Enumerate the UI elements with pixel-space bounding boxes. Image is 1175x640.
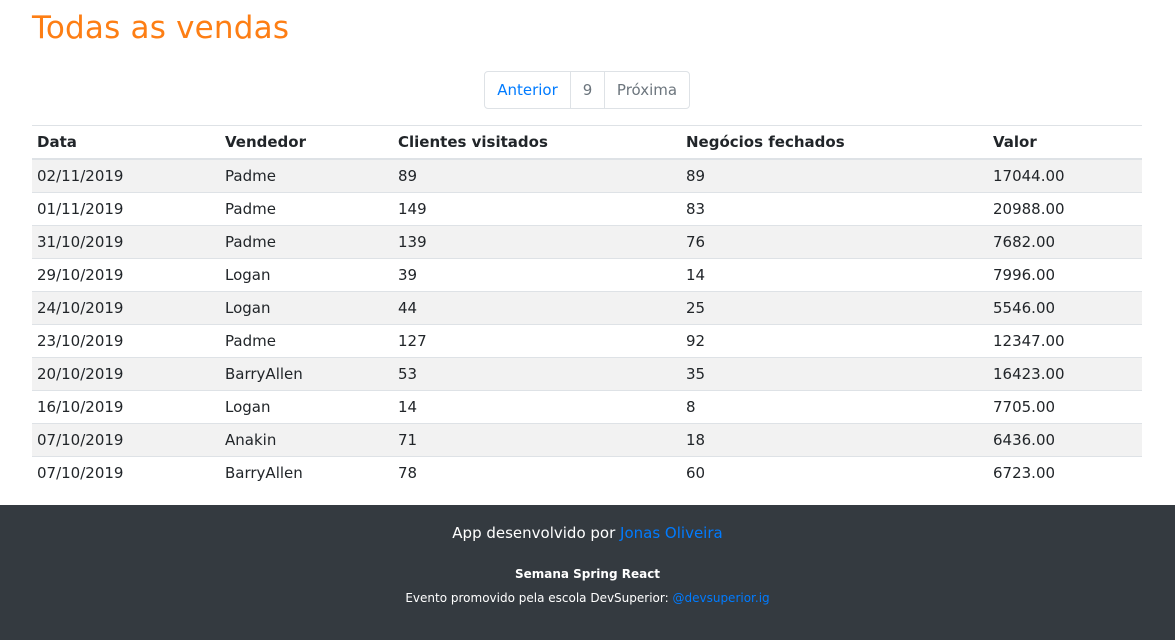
cell-visited: 78 (393, 456, 681, 489)
cell-amount: 6723.00 (988, 456, 1142, 489)
cell-deals: 25 (681, 291, 988, 325)
cell-deals: 83 (681, 192, 988, 226)
table-row: 01/11/2019 Padme 149 83 20988.00 (32, 192, 1142, 226)
cell-visited: 71 (393, 423, 681, 457)
cell-date: 07/10/2019 (32, 423, 220, 457)
footer: App desenvolvido por Jonas Oliveira Sema… (0, 505, 1175, 640)
cell-visited: 139 (393, 225, 681, 259)
table-header-row: Data Vendedor Clientes visitados Negócio… (32, 125, 1142, 160)
cell-amount: 7682.00 (988, 225, 1142, 259)
sales-table: Data Vendedor Clientes visitados Negócio… (32, 125, 1142, 489)
cell-visited: 53 (393, 357, 681, 391)
cell-amount: 12347.00 (988, 324, 1142, 358)
cell-deals: 76 (681, 225, 988, 259)
cell-date: 23/10/2019 (32, 324, 220, 358)
cell-deals: 60 (681, 456, 988, 489)
cell-amount: 7705.00 (988, 390, 1142, 424)
cell-date: 02/11/2019 (32, 158, 220, 193)
cell-deals: 18 (681, 423, 988, 457)
cell-seller: Padme (220, 192, 393, 226)
column-header-deals: Negócios fechados (681, 125, 988, 160)
current-page-indicator[interactable]: 9 (571, 72, 605, 108)
cell-amount: 5546.00 (988, 291, 1142, 325)
cell-visited: 127 (393, 324, 681, 358)
table-row: 07/10/2019 BarryAllen 78 60 6723.00 (32, 456, 1142, 489)
cell-date: 29/10/2019 (32, 258, 220, 292)
cell-amount: 20988.00 (988, 192, 1142, 226)
footer-credit: App desenvolvido por Jonas Oliveira (0, 524, 1175, 542)
table-row: 20/10/2019 BarryAllen 53 35 16423.00 (32, 357, 1142, 391)
cell-date: 01/11/2019 (32, 192, 220, 226)
table-row: 02/11/2019 Padme 89 89 17044.00 (32, 158, 1142, 193)
cell-seller: Logan (220, 291, 393, 325)
cell-visited: 39 (393, 258, 681, 292)
cell-deals: 8 (681, 390, 988, 424)
credit-prefix: App desenvolvido por (452, 524, 616, 542)
prev-page-button[interactable]: Anterior (485, 72, 571, 108)
column-header-seller: Vendedor (220, 125, 393, 160)
cell-date: 16/10/2019 (32, 390, 220, 424)
cell-seller: Anakin (220, 423, 393, 457)
cell-seller: BarryAllen (220, 357, 393, 391)
event-text: Evento promovido pela escola DevSuperior… (405, 591, 669, 605)
table-row: 23/10/2019 Padme 127 92 12347.00 (32, 324, 1142, 358)
cell-amount: 6436.00 (988, 423, 1142, 457)
table-row: 16/10/2019 Logan 14 8 7705.00 (32, 390, 1142, 424)
table-row: 31/10/2019 Padme 139 76 7682.00 (32, 225, 1142, 259)
cell-visited: 89 (393, 158, 681, 193)
column-header-amount: Valor (988, 125, 1142, 160)
cell-amount: 7996.00 (988, 258, 1142, 292)
table-row: 07/10/2019 Anakin 71 18 6436.00 (32, 423, 1142, 457)
author-link[interactable]: Jonas Oliveira (620, 524, 723, 542)
cell-seller: Padme (220, 324, 393, 358)
cell-date: 24/10/2019 (32, 291, 220, 325)
page-title: Todas as vendas (32, 10, 290, 46)
cell-visited: 44 (393, 291, 681, 325)
cell-visited: 14 (393, 390, 681, 424)
cell-deals: 35 (681, 357, 988, 391)
column-header-date: Data (32, 125, 220, 160)
cell-deals: 92 (681, 324, 988, 358)
cell-seller: Logan (220, 390, 393, 424)
cell-amount: 16423.00 (988, 357, 1142, 391)
cell-amount: 17044.00 (988, 158, 1142, 193)
table-row: 29/10/2019 Logan 39 14 7996.00 (32, 258, 1142, 292)
next-page-button[interactable]: Próxima (605, 72, 689, 108)
cell-deals: 89 (681, 158, 988, 193)
column-header-visited: Clientes visitados (393, 125, 681, 160)
instagram-link[interactable]: @devsuperior.ig (672, 591, 769, 605)
cell-deals: 14 (681, 258, 988, 292)
cell-seller: Padme (220, 158, 393, 193)
event-line: Evento promovido pela escola DevSuperior… (0, 591, 1175, 605)
cell-date: 20/10/2019 (32, 357, 220, 391)
cell-visited: 149 (393, 192, 681, 226)
main-content: Todas as vendas Anterior 9 Próxima Data … (0, 0, 1175, 505)
cell-date: 07/10/2019 (32, 456, 220, 489)
table-body: 02/11/2019 Padme 89 89 17044.00 01/11/2019 Pad… (32, 158, 1142, 489)
cell-seller: Logan (220, 258, 393, 292)
cell-seller: BarryAllen (220, 456, 393, 489)
table-row: 24/10/2019 Logan 44 25 5546.00 (32, 291, 1142, 325)
pagination: Anterior 9 Próxima (484, 71, 690, 109)
event-name: Semana Spring React (514, 567, 661, 581)
cell-date: 31/10/2019 (32, 225, 220, 259)
cell-seller: Padme (220, 225, 393, 259)
